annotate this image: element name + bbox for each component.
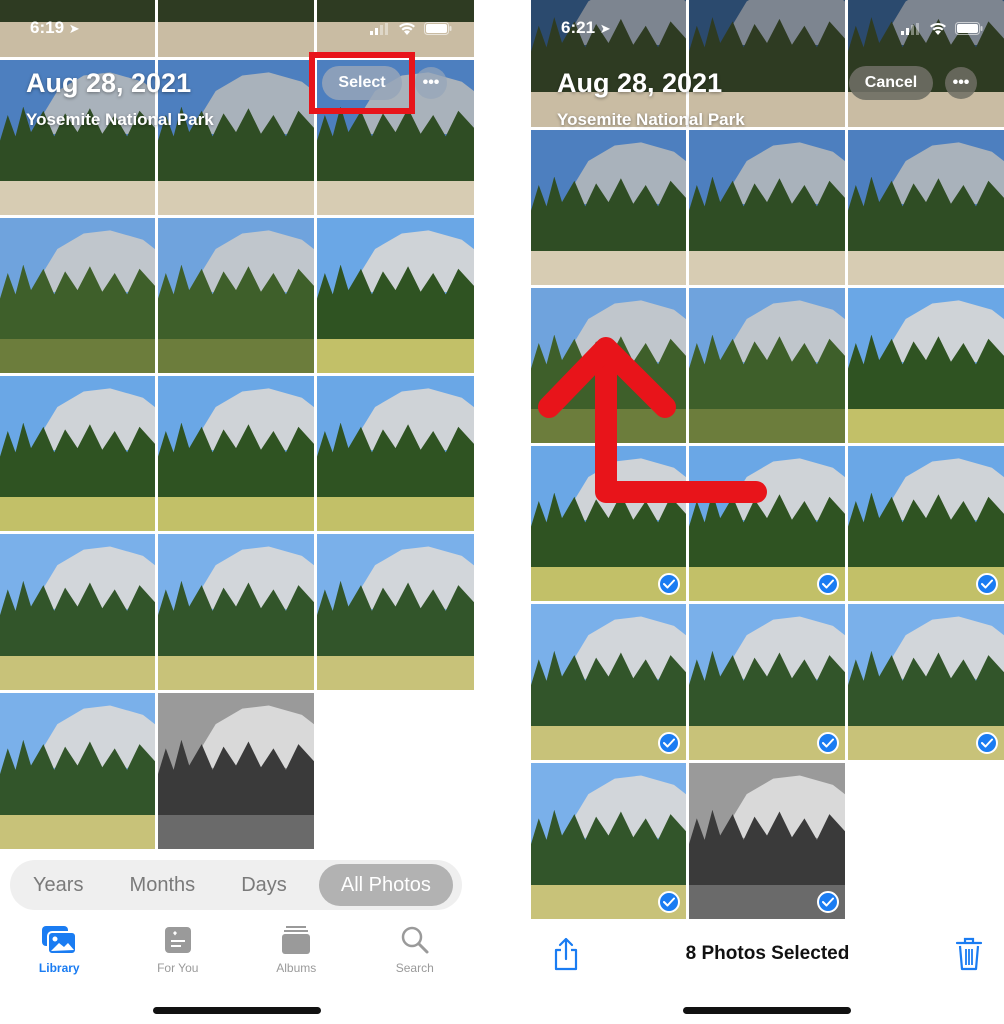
- photo-thumbnail[interactable]: [317, 534, 474, 690]
- tab-search[interactable]: Search: [365, 925, 465, 975]
- home-indicator[interactable]: [153, 1007, 321, 1014]
- photo-ground: [317, 655, 474, 690]
- photo-thumbnail[interactable]: [158, 534, 314, 690]
- photo-thumbnail[interactable]: [317, 376, 474, 531]
- photo-ground: [0, 338, 155, 373]
- photo-thumbnail[interactable]: [158, 376, 314, 531]
- view-segmented-control: Years Months Days All Photos: [10, 860, 462, 910]
- photo-ground: [317, 496, 474, 531]
- photo-thumbnail[interactable]: [0, 376, 155, 531]
- home-indicator[interactable]: [683, 1007, 851, 1014]
- tab-albums[interactable]: Albums: [246, 925, 346, 975]
- trash-icon[interactable]: [955, 937, 983, 971]
- battery-icon: [424, 22, 452, 35]
- tab-library[interactable]: Library: [9, 925, 109, 975]
- status-icons: [370, 22, 452, 35]
- photo-ground: [158, 496, 314, 531]
- ellipsis-icon: •••: [422, 74, 440, 91]
- selection-toolbar: 8 Photos Selected: [531, 935, 1004, 975]
- cellular-signal-icon: [370, 22, 388, 35]
- tab-for-you[interactable]: For You: [128, 925, 228, 975]
- annotation-swipe-arrow: [538, 337, 767, 503]
- photo-ground: [0, 496, 155, 531]
- segment-days[interactable]: Days: [227, 864, 301, 906]
- more-button[interactable]: •••: [415, 67, 447, 99]
- status-time: 6:19 ➤: [30, 18, 80, 37]
- location-arrow-icon: ➤: [68, 21, 80, 36]
- tab-label: Library: [38, 961, 80, 975]
- tab-label: Albums: [276, 961, 317, 975]
- photo-ground: [158, 814, 314, 849]
- photo-ground: [0, 180, 155, 215]
- albums-icon: [282, 926, 311, 954]
- photo-ground: [317, 180, 474, 215]
- photo-ground: [158, 22, 314, 57]
- wifi-icon: [399, 22, 415, 35]
- photos-library-screen-before: 6:19 ➤ Aug 28, 2021 Yosemite National Pa…: [0, 0, 474, 1024]
- tab-label: For You: [157, 961, 199, 975]
- photo-ground: [0, 814, 155, 849]
- photo-thumbnail[interactable]: [317, 218, 474, 373]
- photo-library-icon: [42, 926, 78, 955]
- photo-ground: [158, 655, 314, 690]
- tab-label: Search: [395, 961, 434, 975]
- photo-thumbnail[interactable]: [158, 218, 314, 373]
- for-you-icon: [164, 927, 191, 953]
- location-subtitle: Yosemite National Park: [26, 110, 214, 129]
- photo-ground: [0, 655, 155, 690]
- photo-thumbnail[interactable]: [0, 534, 155, 690]
- search-icon: [401, 926, 429, 954]
- photo-ground: [158, 180, 314, 215]
- photo-ground: [158, 338, 314, 373]
- date-header: Aug 28, 2021: [26, 68, 192, 98]
- photo-thumbnail[interactable]: [0, 218, 155, 373]
- segment-years[interactable]: Years: [19, 864, 97, 906]
- segment-all-photos[interactable]: All Photos: [318, 864, 453, 906]
- segment-months[interactable]: Months: [116, 864, 210, 906]
- selection-count-label: 8 Photos Selected: [685, 943, 850, 964]
- photo-thumbnail[interactable]: [0, 693, 155, 849]
- photos-library-screen-select-mode: 6:21 ➤ Aug 28, 2021 Yosemite National Pa…: [531, 0, 1004, 1024]
- photo-ground: [317, 338, 474, 373]
- annotation-highlight-box: [309, 52, 415, 114]
- photo-thumbnail[interactable]: [158, 693, 314, 849]
- photo-thumbnail[interactable]: [158, 0, 314, 57]
- tab-bar: Library For You Albums Search: [0, 925, 474, 975]
